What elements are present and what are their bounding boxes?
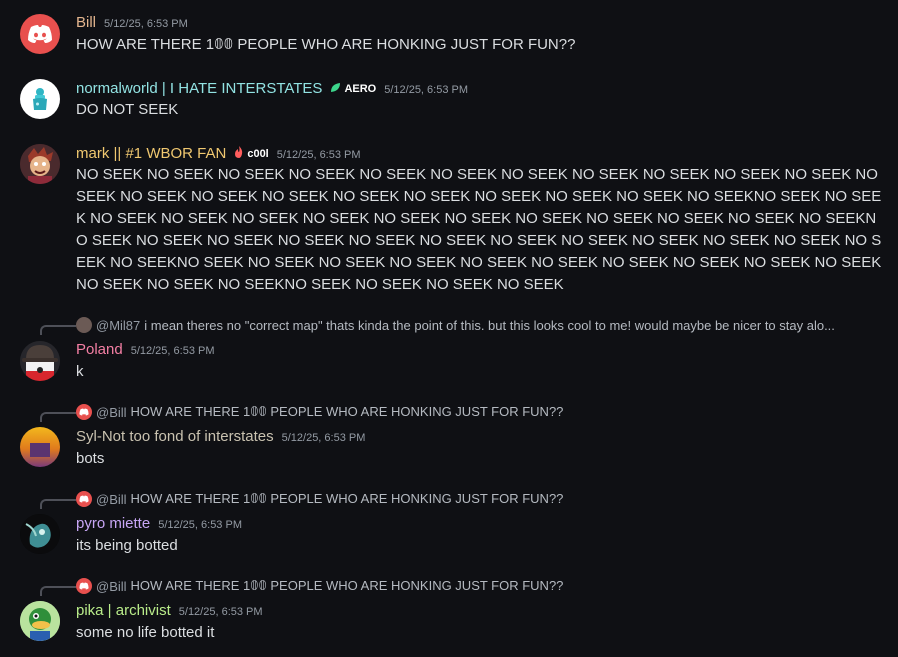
reply-avatar xyxy=(76,404,92,420)
reply-preview[interactable]: @Mil87 i mean theres no "correct map" th… xyxy=(40,316,890,335)
username[interactable]: Poland xyxy=(76,340,123,360)
leaf-icon xyxy=(330,82,341,96)
reply-text[interactable]: i mean theres no "correct map" thats kin… xyxy=(144,318,835,333)
server-tag-label: AERO xyxy=(344,83,377,95)
username[interactable]: Bill xyxy=(76,13,96,33)
creature-avatar xyxy=(20,514,60,554)
reply-text[interactable]: HOW ARE THERE 1𝟘𝟘 PEOPLE WHO ARE HONKING… xyxy=(131,404,564,420)
reply-username[interactable]: @Bill xyxy=(96,579,127,594)
reply-username[interactable]: @Bill xyxy=(96,492,127,507)
discord-logo-icon xyxy=(79,408,89,416)
message-text: k xyxy=(76,363,84,380)
avatar[interactable] xyxy=(20,144,60,184)
message-text: HOW ARE THERE 1𝟘𝟘 PEOPLE WHO ARE HONKING… xyxy=(76,36,576,53)
message-text: bots xyxy=(76,450,105,467)
reply-text[interactable]: HOW ARE THERE 1𝟘𝟘 PEOPLE WHO ARE HONKING… xyxy=(131,578,564,594)
fire-icon xyxy=(234,146,244,161)
timestamp: 5/12/25, 6:53 PM xyxy=(130,345,215,357)
discord-logo-icon xyxy=(28,25,52,43)
reply-avatar xyxy=(76,491,92,507)
timestamp: 5/12/25, 6:53 PM xyxy=(158,519,242,531)
reply-text[interactable]: HOW ARE THERE 1𝟘𝟘 PEOPLE WHO ARE HONKING… xyxy=(131,491,564,507)
timestamp: 5/12/25, 6:53 PM xyxy=(384,84,469,96)
message-text: its being botted xyxy=(76,537,178,554)
username[interactable]: normalworld | I HATE INTERSTATES xyxy=(76,79,322,99)
timestamp: 5/12/25, 6:53 PM xyxy=(104,18,188,30)
reply-spine xyxy=(40,412,76,422)
avatar[interactable] xyxy=(20,514,60,554)
reply-spine xyxy=(40,499,76,509)
message-text: some no life botted it xyxy=(76,624,215,641)
reply-preview[interactable]: @Bill HOW ARE THERE 1𝟘𝟘 PEOPLE WHO ARE H… xyxy=(40,403,890,422)
avatar[interactable] xyxy=(20,14,60,54)
reply-avatar xyxy=(76,317,92,333)
sunset-avatar xyxy=(20,427,60,467)
reply-spine xyxy=(40,586,76,596)
server-tag[interactable]: AERO xyxy=(330,82,376,96)
server-tag[interactable]: c00l xyxy=(234,146,269,161)
duck-avatar xyxy=(20,601,60,641)
hat-avatar xyxy=(20,341,60,381)
cartoon-character-avatar xyxy=(20,144,60,184)
timestamp: 5/12/25, 6:53 PM xyxy=(281,432,366,444)
reply-avatar xyxy=(76,578,92,594)
avatar[interactable] xyxy=(20,341,60,381)
reply-spine xyxy=(40,325,76,335)
server-tag-label: c00l xyxy=(247,147,269,160)
avatar[interactable] xyxy=(20,601,60,641)
avatar[interactable] xyxy=(20,427,60,467)
reply-preview[interactable]: @Bill HOW ARE THERE 1𝟘𝟘 PEOPLE WHO ARE H… xyxy=(40,577,890,596)
avatar[interactable] xyxy=(20,79,60,119)
message-text: NO SEEK NO SEEK NO SEEK NO SEEK NO SEEK … xyxy=(76,166,882,293)
username[interactable]: pika | archivist xyxy=(76,601,171,621)
username[interactable]: Syl-Not too fond of interstates xyxy=(76,427,274,447)
timestamp: 5/12/25, 6:53 PM xyxy=(276,149,361,161)
discord-logo-icon xyxy=(79,582,89,590)
teal-figure-avatar xyxy=(33,88,47,110)
timestamp: 5/12/25, 6:53 PM xyxy=(178,606,263,618)
reply-preview[interactable]: @Bill HOW ARE THERE 1𝟘𝟘 PEOPLE WHO ARE H… xyxy=(40,490,890,509)
username[interactable]: pyro miette xyxy=(76,514,150,534)
reply-username[interactable]: @Bill xyxy=(96,405,127,420)
message-text: DO NOT SEEK xyxy=(76,101,179,118)
reply-username[interactable]: @Mil87 xyxy=(96,318,140,333)
username[interactable]: mark || #1 WBOR FAN xyxy=(76,144,226,164)
discord-logo-icon xyxy=(79,495,89,503)
